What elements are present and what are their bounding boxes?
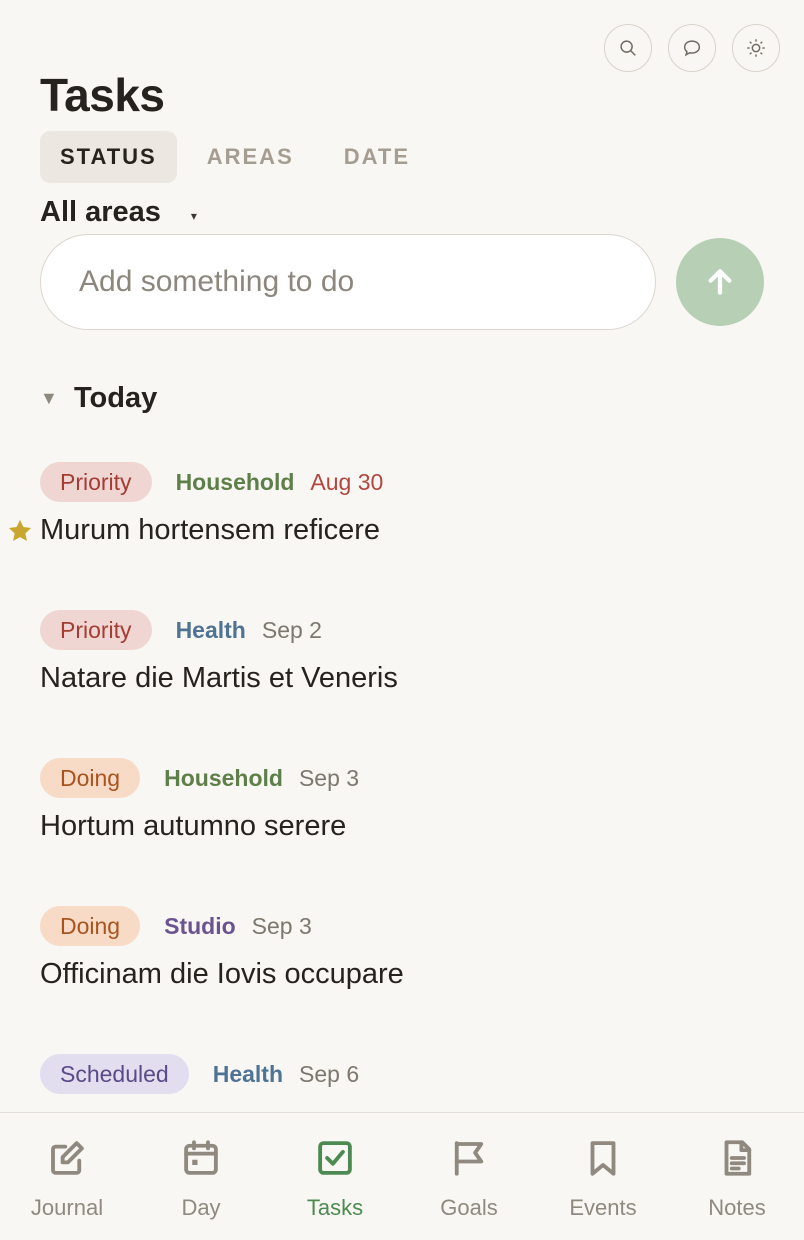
chat-button[interactable] (668, 24, 716, 72)
task-title: Officinam die Iovis occupare (40, 958, 404, 990)
nav-label: Goals (440, 1195, 498, 1220)
tab-date[interactable]: DATE (324, 131, 430, 183)
task-meta: Priority Health Sep 2 (40, 610, 740, 650)
search-icon (620, 40, 636, 56)
status-badge: Doing (40, 758, 141, 798)
task-meta: Priority Household Aug 30 (40, 462, 740, 502)
area-label: Household (164, 764, 283, 791)
nav-journal[interactable]: Journal (0, 1113, 134, 1240)
tab-status[interactable]: STATUS (40, 131, 177, 183)
area-label: Household (175, 468, 295, 495)
task-meta: Scheduled Health Sep 6 (40, 1054, 740, 1094)
nav-label: Tasks (306, 1195, 364, 1220)
header-actions (604, 24, 780, 72)
chat-icon (683, 40, 701, 57)
task-meta: Doing Household Sep 3 (40, 758, 740, 798)
task-item[interactable]: Doing Household Sep 3 Hortum autumno ser… (40, 758, 740, 843)
nav-label: Day (181, 1195, 221, 1220)
search-button[interactable] (604, 24, 652, 72)
section-title: Today (74, 382, 158, 414)
nav-tasks[interactable]: Tasks (268, 1113, 402, 1240)
area-label: Studio (164, 912, 236, 939)
nav-label: Journal (30, 1195, 104, 1220)
area-dropdown-label: All areas (40, 196, 161, 228)
nav-label: Events (569, 1195, 637, 1220)
area-label: Health (212, 1060, 283, 1087)
task-title: Hortum autumno serere (40, 810, 347, 842)
due-date: Sep 2 (261, 616, 322, 643)
collapse-triangle-icon: ▼ (40, 388, 58, 408)
task-title-text: Murum hortensem reficere (40, 514, 381, 546)
task-item[interactable]: Priority Household Aug 30 Murum hortense… (8, 462, 740, 547)
star-icon (8, 519, 32, 542)
bookmark-icon (590, 1141, 616, 1176)
task-item[interactable]: Priority Health Sep 2 Natare die Martis … (40, 610, 740, 695)
theme-button[interactable] (732, 24, 780, 72)
pencil-square-icon (51, 1141, 84, 1175)
due-date: Sep 3 (298, 764, 360, 791)
nav-notes[interactable]: Notes (670, 1113, 804, 1240)
status-badge: Doing (40, 906, 141, 946)
nav-day[interactable]: Day (134, 1113, 268, 1240)
status-badge: Priority (40, 462, 152, 502)
task-title: Murum hortensem reficere (8, 514, 740, 547)
add-task-input[interactable] (40, 234, 656, 330)
section-today-header[interactable]: ▼ Today (40, 382, 157, 415)
theme-icon (747, 39, 765, 57)
bottom-nav: Journal Day Tasks Goals Events Notes (0, 1112, 804, 1240)
task-item[interactable]: Scheduled Health Sep 6 (40, 1054, 740, 1094)
nav-goals[interactable]: Goals (402, 1113, 536, 1240)
due-date: Sep 3 (251, 912, 312, 939)
due-date: Sep 6 (299, 1060, 360, 1087)
calendar-icon (184, 1140, 218, 1175)
view-tabs: STATUS AREAS DATE (40, 131, 440, 183)
document-icon (724, 1140, 752, 1176)
arrow-up-icon (708, 269, 732, 295)
add-task-submit-button[interactable] (676, 238, 764, 326)
area-dropdown[interactable]: All areas ▾ (40, 196, 197, 229)
nav-events[interactable]: Events (536, 1113, 670, 1240)
due-date: Aug 30 (310, 468, 384, 495)
task-item[interactable]: Doing Studio Sep 3 Officinam die Iovis o… (40, 906, 740, 991)
flag-icon (454, 1141, 484, 1176)
page-title: Tasks (40, 69, 165, 121)
checkbox-icon (318, 1141, 352, 1175)
chevron-down-icon: ▾ (190, 208, 197, 223)
nav-label: Notes (708, 1195, 766, 1220)
status-badge: Priority (40, 610, 152, 650)
task-title: Natare die Martis et Veneris (40, 662, 398, 694)
status-badge: Scheduled (40, 1054, 189, 1094)
task-meta: Doing Studio Sep 3 (40, 906, 740, 946)
area-label: Health (175, 616, 246, 643)
tab-areas[interactable]: AREAS (187, 131, 314, 183)
